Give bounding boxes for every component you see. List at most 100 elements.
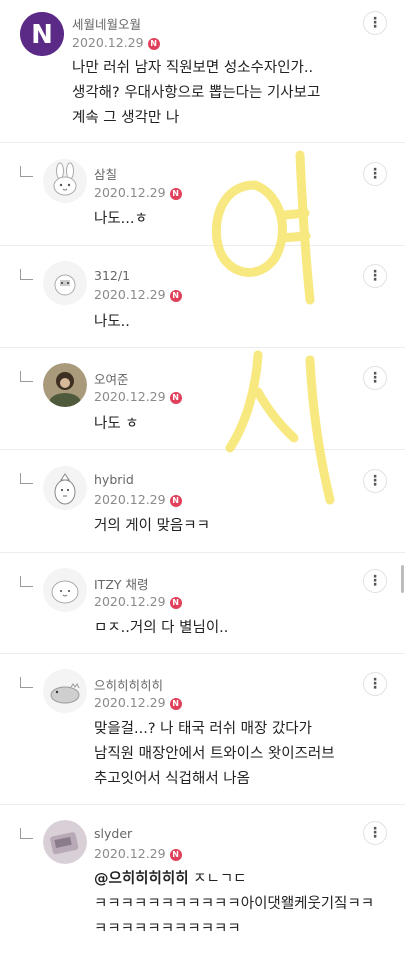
comment-nickname[interactable]: 세월네월오월	[72, 14, 141, 33]
comment-line: 거의 게이 맞음ㅋㅋ	[94, 518, 210, 534]
more-options-button[interactable]: ⋮	[363, 366, 387, 390]
reply-item: ITZY 채령 2020.12.29 N ㅁㅈ..거의 다 별님이.. ⋮	[0, 553, 405, 654]
bunny-icon	[43, 159, 87, 203]
svg-text:N: N	[31, 20, 53, 50]
comment-date-text: 2020.12.29	[94, 287, 166, 302]
comment-date-text: 2020.12.29	[94, 594, 166, 609]
more-icon: ⋮	[368, 473, 382, 489]
comment-text: 나도...ㅎ	[94, 207, 148, 232]
more-options-button[interactable]: ⋮	[363, 469, 387, 493]
reply-arrow-icon	[20, 269, 33, 280]
comment-line: ㅋㅋㅋㅋㅋㅋㅋㅋㅋㅋㅋ	[94, 921, 241, 937]
more-icon: ⋮	[368, 573, 382, 589]
comment-line: ㅋㅋㅋㅋㅋㅋㅋㅋㅋㅋㅋ아이댓왤케웃기짘ㅋㅋ	[94, 896, 375, 912]
comment-date: 2020.12.29 N	[94, 695, 182, 710]
more-options-button[interactable]: ⋮	[363, 264, 387, 288]
comment-nickname[interactable]: hybrid	[94, 472, 134, 487]
new-badge: N	[169, 495, 182, 507]
comment-date-text: 2020.12.29	[94, 846, 166, 861]
comment-date-text: 2020.12.29	[94, 492, 166, 507]
comment-line-text: ㅈㄴㄱㄷ	[193, 871, 247, 887]
comment-date: 2020.12.29 N	[94, 846, 182, 861]
more-options-button[interactable]: ⋮	[363, 11, 387, 35]
comment-date: 2020.12.29 N	[72, 35, 160, 50]
avatar[interactable]: N	[20, 12, 64, 56]
comment-text: ㅁㅈ..거의 다 별님이..	[94, 616, 228, 641]
new-badge: N	[169, 392, 182, 404]
comment-date: 2020.12.29 N	[94, 389, 182, 404]
more-icon: ⋮	[368, 166, 382, 182]
comment-date: 2020.12.29 N	[94, 185, 182, 200]
avatar[interactable]	[43, 363, 87, 407]
comment-date: 2020.12.29 N	[94, 492, 182, 507]
mention-link[interactable]: @으히히히히히	[94, 871, 189, 887]
more-options-button[interactable]: ⋮	[363, 672, 387, 696]
comment-nickname[interactable]: ITZY 채령	[94, 574, 149, 593]
more-options-button[interactable]: ⋮	[363, 821, 387, 845]
reply-item: 312/1 2020.12.29 N 나도.. ⋮	[0, 246, 405, 348]
comment-text: @으히히히히히 ㅈㄴㄱㄷ ㅋㅋㅋㅋㅋㅋㅋㅋㅋㅋㅋ아이댓왤케웃기짘ㅋㅋ ㅋㅋㅋㅋㅋ…	[94, 867, 374, 942]
comment-line: 나도..	[94, 314, 130, 330]
avatar[interactable]	[43, 261, 87, 305]
comment-line: 생각해? 우대사항으로 뽑는다는 기사보고	[72, 85, 321, 101]
comment-nickname[interactable]: 312/1	[94, 268, 130, 283]
comment-date: 2020.12.29 N	[94, 287, 182, 302]
comment-line: 나도...ㅎ	[94, 211, 148, 227]
avatar[interactable]	[43, 466, 87, 510]
comment-nickname[interactable]: 삼칠	[94, 164, 117, 183]
blob-character-icon	[43, 568, 87, 612]
new-badge: N	[169, 698, 182, 710]
reply-arrow-icon	[20, 677, 33, 688]
more-icon: ⋮	[368, 268, 382, 284]
new-badge: N	[169, 188, 182, 200]
n-logo-icon: N	[20, 12, 64, 56]
comment-date-text: 2020.12.29	[72, 35, 144, 50]
more-icon: ⋮	[368, 370, 382, 386]
reply-arrow-icon	[20, 473, 33, 484]
more-options-button[interactable]: ⋮	[363, 162, 387, 186]
profile-photo-icon	[43, 820, 87, 864]
dinosaur-icon	[43, 669, 87, 713]
avatar[interactable]	[43, 669, 87, 713]
avatar[interactable]	[43, 159, 87, 203]
comment-text: 거의 게이 맞음ㅋㅋ	[94, 514, 210, 539]
more-icon: ⋮	[368, 15, 382, 31]
reply-item: slyder 2020.12.29 N @으히히히히히 ㅈㄴㄱㄷ ㅋㅋㅋㅋㅋㅋㅋㅋ…	[0, 805, 405, 955]
scrollbar-thumb[interactable]	[401, 565, 404, 593]
comment-line: 나도 ㅎ	[94, 416, 139, 432]
reply-arrow-icon	[20, 166, 33, 177]
comment-nickname[interactable]: 오여준	[94, 369, 129, 388]
avatar[interactable]	[43, 820, 87, 864]
profile-photo-icon	[43, 363, 87, 407]
reply-arrow-icon	[20, 576, 33, 587]
comment-nickname[interactable]: 으히히히히히	[94, 675, 163, 694]
reply-item: 삼칠 2020.12.29 N 나도...ㅎ ⋮	[0, 143, 405, 246]
new-badge: N	[147, 38, 160, 50]
new-badge: N	[169, 597, 182, 609]
penguin-icon	[43, 466, 87, 510]
comment-text: 나도 ㅎ	[94, 412, 139, 437]
comment-line: 맞을걸...? 나 태국 러쉬 매장 갔다가	[94, 721, 312, 737]
new-badge: N	[169, 849, 182, 861]
new-badge: N	[169, 290, 182, 302]
reply-arrow-icon	[20, 371, 33, 382]
more-icon: ⋮	[368, 676, 382, 692]
comment-line: 남직원 매장안에서 트와이스 왓이즈러브	[94, 746, 335, 762]
comment-line: @으히히히히히 ㅈㄴㄱㄷ	[94, 867, 374, 892]
comment-date: 2020.12.29 N	[94, 594, 182, 609]
comment-item: N 세월네월오월 2020.12.29 N 나만 러쉬 남자 직원보면 성소수자인…	[0, 0, 405, 143]
comment-text: 나만 러쉬 남자 직원보면 성소수자인가.. 생각해? 우대사항으로 뽑는다는 …	[72, 56, 320, 131]
comment-date-text: 2020.12.29	[94, 185, 166, 200]
comment-nickname[interactable]: slyder	[94, 826, 132, 841]
reply-item: 으히히히히히 2020.12.29 N 맞을걸...? 나 태국 러쉬 매장 갔다…	[0, 654, 405, 805]
comment-date-text: 2020.12.29	[94, 389, 166, 404]
avatar[interactable]	[43, 568, 87, 612]
reply-arrow-icon	[20, 828, 33, 839]
comment-line: 계속 그 생각만 나	[72, 110, 180, 126]
more-options-button[interactable]: ⋮	[363, 569, 387, 593]
comment-date-text: 2020.12.29	[94, 695, 166, 710]
comment-line: 나만 러쉬 남자 직원보면 성소수자인가..	[72, 60, 314, 76]
reply-item: 오여준 2020.12.29 N 나도 ㅎ ⋮	[0, 348, 405, 450]
comment-text: 나도..	[94, 310, 130, 335]
comment-line: 추고잇어서 식겁해서 나옴	[94, 771, 250, 787]
